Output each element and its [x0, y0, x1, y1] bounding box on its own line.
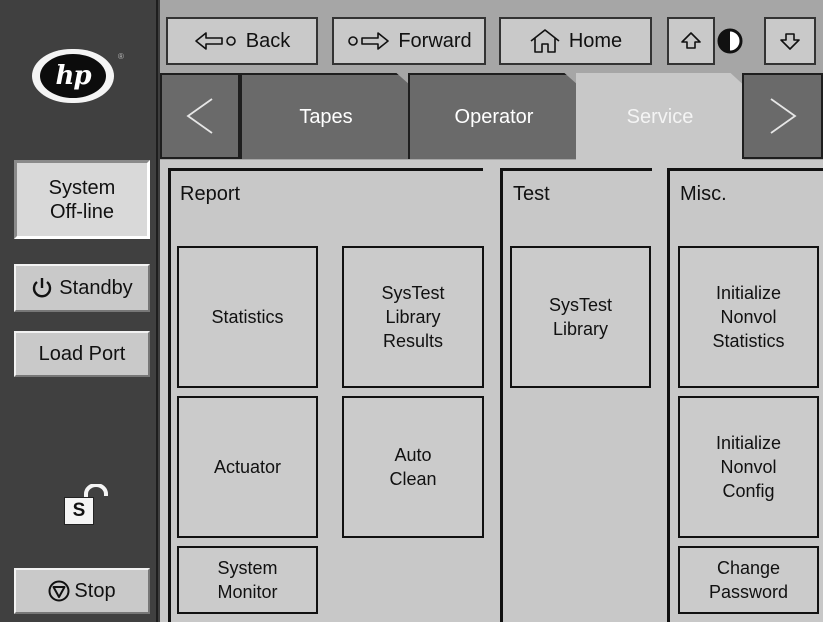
- home-icon: [530, 29, 560, 53]
- stop-icon: [48, 580, 70, 602]
- forward-button[interactable]: Forward: [332, 17, 486, 65]
- misc-divider: [668, 168, 823, 171]
- scroll-down-button[interactable]: [764, 17, 816, 65]
- tab-operator-label: Operator: [454, 105, 534, 128]
- misc-left-border: [667, 168, 670, 622]
- forward-label: Forward: [398, 29, 472, 52]
- tab-prev-button[interactable]: [160, 73, 240, 159]
- stop-label: Stop: [74, 580, 116, 602]
- load-port-button[interactable]: Load Port: [14, 331, 150, 377]
- auto-clean-button[interactable]: Auto Clean: [342, 396, 484, 538]
- back-label: Back: [245, 29, 291, 52]
- stop-button[interactable]: Stop: [14, 568, 150, 614]
- tab-operator[interactable]: Operator: [408, 73, 578, 159]
- report-divider: [168, 168, 483, 171]
- down-arrow-icon: [780, 33, 800, 50]
- actuator-button[interactable]: Actuator: [177, 396, 318, 538]
- test-divider: [501, 168, 652, 171]
- report-title: Report: [180, 183, 241, 205]
- tab-tapes-label: Tapes: [299, 105, 353, 128]
- initialize-nonvol-config-button[interactable]: Initialize Nonvol Config: [678, 396, 819, 538]
- contrast-button[interactable]: [706, 17, 754, 65]
- tab-service-label: Service: [626, 105, 694, 128]
- up-arrow-icon: [681, 32, 701, 49]
- left-arrow-icon: [194, 32, 236, 50]
- standby-label: Standby: [59, 277, 133, 299]
- test-title: Test: [513, 183, 550, 205]
- systest-library-button[interactable]: SysTest Library: [510, 246, 651, 388]
- system-monitor-button[interactable]: System Monitor: [177, 546, 318, 614]
- report-left-border: [168, 168, 171, 622]
- systest-library-results-button[interactable]: SysTest Library Results: [342, 246, 484, 388]
- tab-right-arrow-icon: [769, 98, 797, 134]
- statistics-button[interactable]: Statistics: [177, 246, 318, 388]
- home-label: Home: [568, 29, 623, 52]
- home-button[interactable]: Home: [499, 17, 652, 65]
- standby-button[interactable]: Standby: [14, 264, 150, 312]
- tab-tapes[interactable]: Tapes: [240, 73, 410, 159]
- power-icon: [33, 278, 52, 298]
- system-status-button[interactable]: System Off-line: [14, 160, 150, 239]
- right-arrow-icon: [348, 32, 390, 50]
- contrast-icon: [717, 28, 743, 54]
- test-left-border: [500, 168, 503, 622]
- hp-logo-text: hp: [40, 54, 106, 98]
- back-button[interactable]: Back: [166, 17, 318, 65]
- lock-label: S: [64, 497, 94, 525]
- misc-title: Misc.: [680, 183, 727, 205]
- initialize-nonvol-statistics-button[interactable]: Initialize Nonvol Statistics: [678, 246, 819, 388]
- change-password-button[interactable]: Change Password: [678, 546, 819, 614]
- registered-mark: ®: [118, 52, 124, 61]
- tab-service[interactable]: Service: [576, 73, 744, 161]
- tab-next-button[interactable]: [742, 73, 823, 159]
- hp-logo: hp: [32, 49, 114, 103]
- tab-left-arrow-icon: [186, 98, 213, 134]
